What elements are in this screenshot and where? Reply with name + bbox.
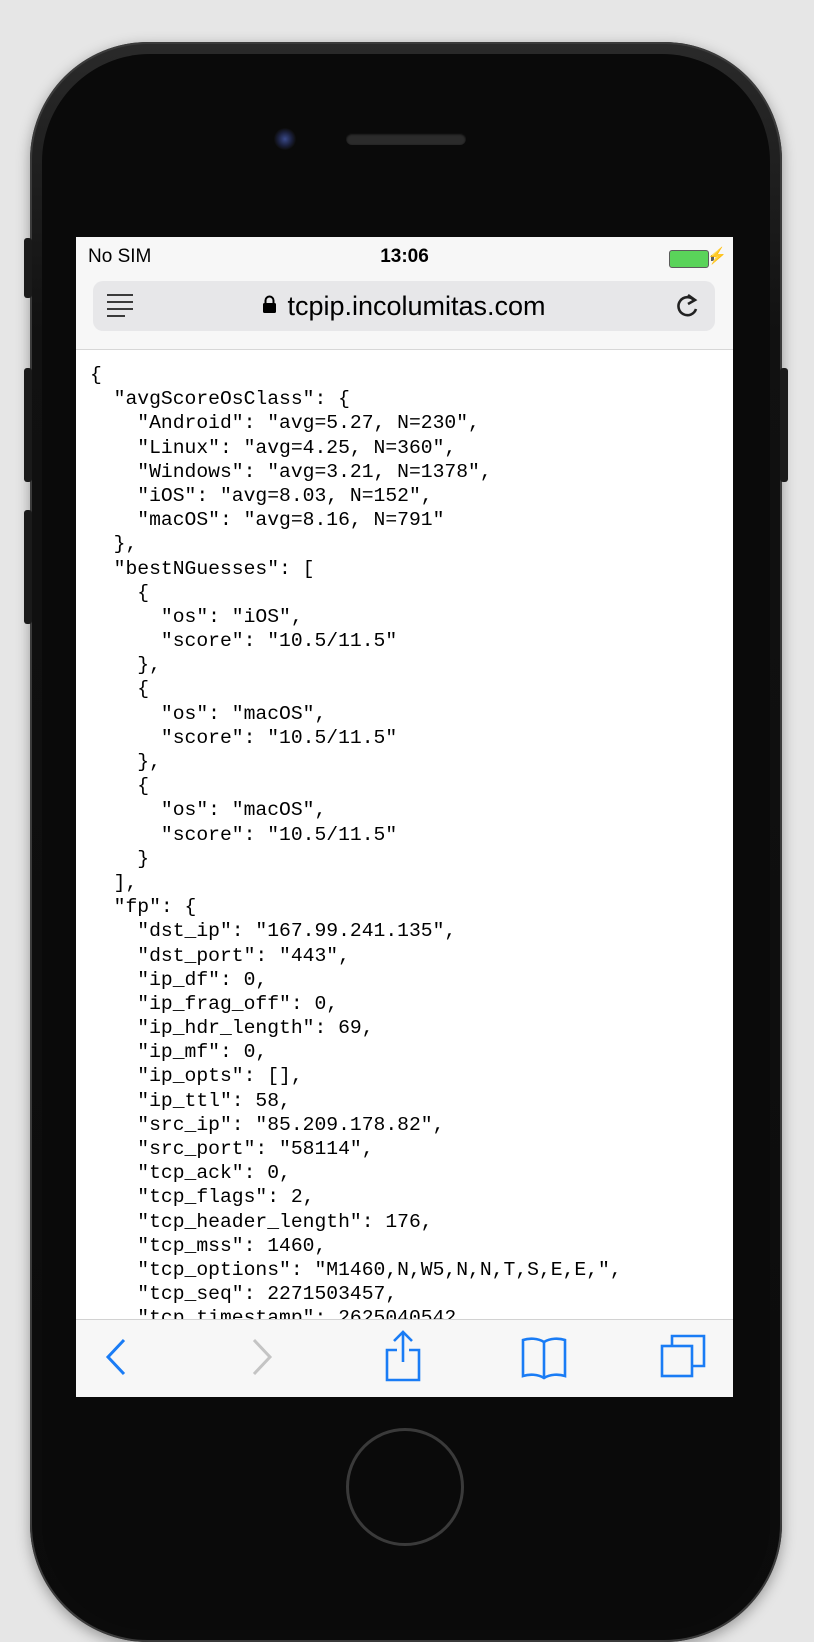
back-chevron-icon bbox=[105, 1338, 126, 1376]
forward-chevron-icon bbox=[252, 1338, 273, 1376]
bottom-toolbar bbox=[76, 1319, 733, 1397]
json-line: "Android": "avg=5.27, N=230", bbox=[90, 412, 480, 435]
json-line: "dst_port": "443", bbox=[90, 944, 350, 967]
address-bar[interactable]: tcpip.incolumitas.com bbox=[93, 281, 715, 331]
json-line: "Linux": "avg=4.25, N=360", bbox=[90, 436, 457, 459]
mute-switch bbox=[24, 238, 32, 298]
reload-icon[interactable] bbox=[673, 290, 701, 322]
json-line: "tcp_seq": 2271503457, bbox=[90, 1283, 398, 1306]
json-line: "ip_frag_off": 0, bbox=[90, 992, 339, 1015]
json-line: "src_port": "58114", bbox=[90, 1138, 374, 1160]
json-line: "tcp_timestamp": 2625040542, bbox=[90, 1307, 469, 1319]
url-text: tcpip.incolumitas.com bbox=[287, 291, 546, 321]
json-line: }, bbox=[90, 533, 138, 556]
json-line: } bbox=[90, 847, 150, 870]
forward-button[interactable] bbox=[246, 1332, 276, 1382]
json-line: "ip_df": 0, bbox=[90, 968, 268, 991]
tabs-button[interactable] bbox=[658, 1332, 708, 1382]
json-line: { bbox=[90, 678, 150, 701]
json-line: "score": "10.5/11.5" bbox=[90, 726, 398, 749]
json-line: "os": "macOS", bbox=[90, 799, 327, 822]
share-button[interactable] bbox=[383, 1328, 423, 1382]
volume-down-button bbox=[24, 510, 32, 624]
json-line: "iOS": "avg=8.03, N=152", bbox=[90, 484, 433, 507]
json-line: { bbox=[90, 775, 150, 798]
clock-time: 13:06 bbox=[380, 246, 429, 267]
json-line: "macOS": "avg=8.16, N=791" bbox=[90, 509, 445, 532]
json-line: "ip_hdr_length": 69, bbox=[90, 1017, 374, 1040]
battery-icon bbox=[669, 250, 709, 268]
json-response-body: { "avgScoreOsClass": { "Android": "avg=5… bbox=[90, 363, 730, 1319]
json-line: "avgScoreOsClass": { bbox=[90, 388, 350, 411]
share-icon bbox=[385, 1330, 421, 1382]
address-area: tcpip.incolumitas.com bbox=[76, 277, 733, 350]
power-button bbox=[780, 368, 788, 482]
json-line: "tcp_mss": 1460, bbox=[90, 1234, 327, 1257]
charging-bolt-icon: ⚡ bbox=[707, 248, 727, 265]
bookmarks-book-icon bbox=[521, 1337, 567, 1380]
json-line: "bestNGuesses": [ bbox=[90, 557, 315, 580]
back-button[interactable] bbox=[102, 1332, 132, 1382]
home-button[interactable] bbox=[346, 1428, 464, 1546]
json-line: { bbox=[90, 364, 102, 386]
json-line: }, bbox=[90, 654, 161, 677]
url-display[interactable]: tcpip.incolumitas.com bbox=[93, 291, 715, 322]
json-line: "score": "10.5/11.5" bbox=[90, 823, 398, 846]
status-bar: No SIM 13:06 ⚡ bbox=[76, 237, 733, 277]
earpiece-speaker bbox=[346, 133, 466, 145]
json-line: "score": "10.5/11.5" bbox=[90, 630, 398, 653]
json-line: "Windows": "avg=3.21, N=1378", bbox=[90, 460, 492, 483]
json-line: "src_ip": "85.209.178.82", bbox=[90, 1113, 445, 1136]
json-line: "os": "iOS", bbox=[90, 605, 303, 628]
lock-icon bbox=[263, 295, 277, 313]
json-line: "tcp_flags": 2, bbox=[90, 1186, 315, 1209]
json-line: }, bbox=[90, 751, 161, 773]
json-line: { bbox=[90, 581, 150, 604]
json-line: "os": "macOS", bbox=[90, 702, 327, 725]
json-line: "ip_mf": 0, bbox=[90, 1041, 268, 1064]
json-line: ], bbox=[90, 871, 138, 894]
tabs-icon bbox=[660, 1334, 706, 1378]
json-line: "tcp_options": "M1460,N,W5,N,N,T,S,E,E,"… bbox=[90, 1258, 622, 1281]
front-camera-icon bbox=[274, 128, 296, 150]
json-line: "ip_opts": [], bbox=[90, 1065, 303, 1088]
json-line: "ip_ttl": 58, bbox=[90, 1089, 291, 1112]
volume-up-button bbox=[24, 368, 32, 482]
browser-screen: No SIM 13:06 ⚡ tcpip.incolumitas.com { "… bbox=[76, 237, 733, 1397]
json-line: "dst_ip": "167.99.241.135", bbox=[90, 920, 457, 943]
json-line: "tcp_header_length": 176, bbox=[90, 1210, 433, 1233]
bookmarks-button[interactable] bbox=[519, 1332, 569, 1382]
json-line: "tcp_ack": 0, bbox=[90, 1162, 291, 1185]
json-line: "fp": { bbox=[90, 896, 197, 919]
